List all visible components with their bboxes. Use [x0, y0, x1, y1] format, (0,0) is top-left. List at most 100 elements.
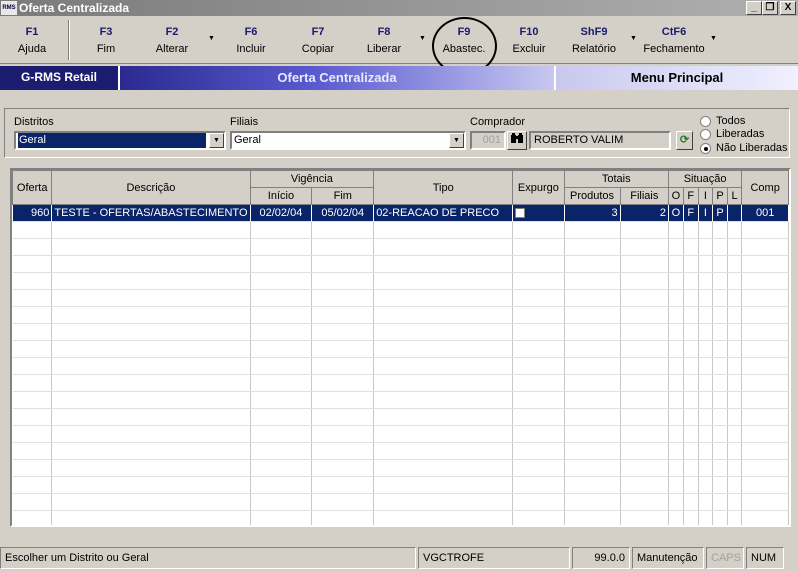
empty-row[interactable]	[12, 391, 789, 409]
empty-cell	[250, 476, 313, 494]
empty-cell	[373, 510, 514, 525]
col-descricao[interactable]: Descrição	[51, 170, 251, 205]
districts-select[interactable]: Geral ▼	[14, 131, 226, 150]
empty-cell	[564, 221, 621, 239]
radio-liberadas[interactable]: Liberadas	[700, 128, 764, 140]
empty-cell	[668, 255, 684, 273]
col-produtos[interactable]: Produtos	[563, 187, 621, 205]
empty-cell	[373, 272, 514, 290]
empty-cell	[683, 493, 699, 511]
edit-label: Alterar	[155, 43, 189, 55]
col-inicio[interactable]: Início	[249, 187, 313, 205]
table-row[interactable]: 960 TESTE - OFERTAS/ABASTECIMENTO 02/02/…	[12, 204, 789, 222]
empty-cell	[373, 425, 514, 443]
restore-button[interactable]: ❐	[762, 1, 778, 15]
radio-todos[interactable]: Todos	[700, 115, 745, 127]
empty-cell	[311, 357, 375, 375]
empty-row[interactable]	[12, 255, 789, 273]
buyer-code-field[interactable]: 001	[470, 131, 506, 150]
empty-cell	[727, 323, 743, 341]
empty-cell	[51, 289, 251, 307]
empty-cell	[250, 357, 313, 375]
empty-cell	[373, 476, 514, 494]
empty-cell	[727, 493, 743, 511]
empty-row[interactable]	[12, 357, 789, 375]
radio-nao-liberadas[interactable]: Não Liberadas	[700, 142, 788, 154]
empty-cell	[741, 476, 789, 494]
empty-row[interactable]	[12, 272, 789, 290]
empty-row[interactable]	[12, 476, 789, 494]
empty-row[interactable]	[12, 510, 789, 525]
release-button[interactable]: F8 Liberar	[352, 20, 416, 60]
empty-cell	[683, 442, 699, 460]
empty-cell	[250, 459, 313, 477]
help-button[interactable]: F1 Ajuda	[4, 20, 60, 60]
col-oferta[interactable]: Oferta	[12, 170, 53, 205]
supply-button[interactable]: F9 Abastec.	[432, 20, 496, 60]
empty-cell	[311, 425, 375, 443]
empty-row[interactable]	[12, 459, 789, 477]
main-menu-link[interactable]: Menu Principal	[556, 66, 798, 90]
edit-dropdown-arrow-icon[interactable]: ▼	[208, 35, 215, 42]
binoculars-search-icon[interactable]	[507, 131, 527, 150]
empty-cell	[250, 391, 313, 409]
edit-button[interactable]: F2 Alterar	[140, 20, 204, 60]
col-fim[interactable]: Fim	[311, 187, 375, 205]
empty-row[interactable]	[12, 289, 789, 307]
empty-cell	[311, 238, 375, 256]
empty-cell	[683, 340, 699, 358]
empty-cell	[373, 391, 514, 409]
refresh-icon[interactable]: ⟳	[676, 131, 693, 150]
empty-cell	[712, 442, 728, 460]
empty-cell	[12, 425, 53, 443]
empty-row[interactable]	[12, 306, 789, 324]
empty-cell	[250, 323, 313, 341]
empty-row[interactable]	[12, 425, 789, 443]
closing-dropdown-arrow-icon[interactable]: ▼	[710, 35, 717, 42]
empty-cell	[564, 323, 621, 341]
closing-button[interactable]: CtF6 Fechamento	[640, 20, 708, 60]
empty-row[interactable]	[12, 442, 789, 460]
empty-row[interactable]	[12, 221, 789, 239]
chevron-down-icon[interactable]: ▼	[449, 133, 464, 148]
empty-row[interactable]	[12, 238, 789, 256]
empty-cell	[741, 306, 789, 324]
empty-cell	[698, 323, 714, 341]
empty-cell	[683, 357, 699, 375]
empty-cell	[512, 391, 565, 409]
radio-todos-icon[interactable]	[700, 115, 711, 127]
copy-button[interactable]: F7 Copiar	[286, 20, 350, 60]
empty-row[interactable]	[12, 323, 789, 341]
col-expurgo[interactable]: Expurgo	[512, 170, 565, 205]
col-tipo[interactable]: Tipo	[373, 170, 514, 205]
col-vigencia: Vigência	[249, 170, 375, 188]
radio-liberadas-icon[interactable]	[700, 128, 711, 140]
col-filiais[interactable]: Filiais	[619, 187, 669, 205]
minimize-button[interactable]: _	[746, 1, 762, 15]
report-button[interactable]: ShF9 Relatório	[562, 20, 626, 60]
empty-row[interactable]	[12, 374, 789, 392]
close-button[interactable]: X	[780, 1, 796, 15]
empty-cell	[250, 442, 313, 460]
empty-cell	[512, 238, 565, 256]
col-comp[interactable]: Comp	[741, 170, 789, 205]
report-dropdown-arrow-icon[interactable]: ▼	[630, 35, 637, 42]
delete-button[interactable]: F10 Excluir	[498, 20, 560, 60]
offers-grid[interactable]: Oferta Descrição Vigência Tipo Expurgo T…	[10, 168, 791, 527]
radio-nao-liberadas-icon[interactable]	[700, 142, 711, 154]
empty-row[interactable]	[12, 493, 789, 511]
empty-cell	[512, 493, 565, 511]
chevron-down-icon[interactable]: ▼	[209, 133, 224, 148]
empty-cell	[512, 459, 565, 477]
cell-sit-o: O	[668, 204, 684, 222]
end-button[interactable]: F3 Fim	[76, 20, 136, 60]
release-dropdown-arrow-icon[interactable]: ▼	[419, 35, 426, 42]
insert-button[interactable]: F6 Incluir	[220, 20, 282, 60]
expurgo-checkbox[interactable]	[515, 208, 526, 219]
empty-cell	[727, 476, 743, 494]
branches-select[interactable]: Geral ▼	[230, 131, 466, 150]
empty-cell	[12, 289, 53, 307]
empty-row[interactable]	[12, 408, 789, 426]
branches-value: Geral	[234, 134, 261, 146]
empty-row[interactable]	[12, 340, 789, 358]
